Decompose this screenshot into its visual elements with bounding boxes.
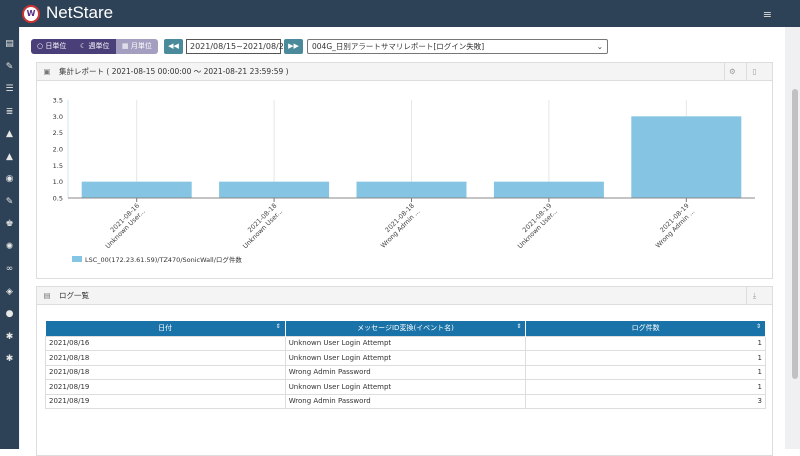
column-header[interactable]: ログ件数 ⇕ — [525, 321, 766, 336]
table-row[interactable]: 2021/08/16 Unknown User Login Attempt 1 — [45, 335, 766, 351]
y-tick-label: 1.0 — [53, 178, 63, 186]
event-cell: Unknown User Login Attempt — [284, 350, 527, 366]
warning-icon[interactable]: ▲ — [0, 123, 19, 146]
table-icon: ▤ — [43, 291, 51, 300]
y-tick-label: 2.5 — [53, 129, 63, 137]
date-cell: 2021/08/18 — [45, 350, 286, 366]
legend-swatch — [72, 256, 82, 262]
chevron-down-icon: ⌄ — [596, 42, 603, 51]
image-icon: ▣ — [43, 67, 51, 76]
bar[interactable] — [219, 181, 330, 198]
x-tick-label: 2021-08-16Unknown User... — [98, 202, 147, 251]
file-icon[interactable]: ▤ — [0, 33, 19, 56]
brand-name: NetStare — [46, 3, 114, 22]
bar[interactable] — [493, 181, 604, 198]
column-label: メッセージID変換(イベント名) — [357, 324, 454, 333]
app-header: W NetStare ≡ — [0, 0, 800, 27]
log-panel: ▤ ログ一覧 ⤓ 日付 ⇕ メッセージID変換(イベント名) ⇕ ログ件数 ⇕ 2021/08… — [36, 286, 773, 456]
download-icon[interactable]: ⤓ — [746, 287, 762, 304]
count-cell: 1 — [525, 350, 766, 366]
x-tick-label: 2021-08-19Wrong Admin ... — [648, 202, 696, 250]
users-icon[interactable]: ♚ — [0, 213, 19, 236]
chart-panel-title: 集計レポート ( 2021-08-15 00:00:00 ～ 2021-08-2… — [59, 67, 289, 76]
bar-chart: 0.5 1.0 1.5 2.0 2.5 3.0 3.5 2021-08-16Unknown U… — [53, 97, 755, 264]
event-cell: Unknown User Login Attempt — [284, 335, 527, 351]
chart-panel: ▣ 集計レポート ( 2021-08-15 00:00:00 ～ 2021-08-… — [36, 62, 773, 279]
date-cell: 2021/08/19 — [45, 393, 286, 409]
gears-icon[interactable]: ✱ — [0, 326, 19, 349]
table-row[interactable]: 2021/08/19 Wrong Admin Password 3 — [45, 393, 766, 409]
sort-icon[interactable]: ⇕ — [516, 323, 521, 330]
prev-period-button[interactable]: ◀◀ — [164, 39, 183, 54]
bar[interactable] — [631, 116, 742, 198]
count-cell: 3 — [525, 393, 766, 409]
table-row[interactable]: 2021/08/19 Unknown User Login Attempt 1 — [45, 379, 766, 395]
sort-icon[interactable]: ⇕ — [276, 323, 281, 330]
eye-icon[interactable]: ◉ — [0, 168, 19, 191]
gears-icon[interactable]: ✱ — [0, 348, 19, 371]
next-period-button[interactable]: ▶▶ — [284, 39, 303, 54]
bar[interactable] — [356, 181, 467, 198]
month-unit-button[interactable]: ▦ 月単位 — [116, 39, 158, 54]
count-cell: 1 — [525, 335, 766, 351]
event-cell: Unknown User Login Attempt — [284, 379, 527, 395]
gear-icon[interactable]: ✺ — [0, 236, 19, 259]
link-icon[interactable]: ∞ — [0, 258, 19, 281]
date-range-input[interactable]: 2021/08/15~2021/08/21 — [186, 39, 289, 54]
table-row[interactable]: 2021/08/18 Unknown User Login Attempt 1 — [45, 350, 766, 366]
report-select-value: 004G_日別アラートサマリレポート[ログイン失敗] — [312, 42, 485, 51]
logo[interactable]: W — [22, 5, 40, 23]
wrench-icon[interactable]: ✎ — [0, 191, 19, 214]
user-icon[interactable]: ● — [0, 303, 19, 326]
y-tick-label: 1.5 — [53, 162, 63, 170]
sidebar: ▤ ✎ ☰ ≣ ▲ ▲ ◉ ✎ ♚ ✺ ∞ ◈ ● ✱ ✱ — [0, 27, 19, 449]
y-tick-label: 0.5 — [53, 195, 63, 203]
date-cell: 2021/08/19 — [45, 379, 286, 395]
count-cell: 1 — [525, 379, 766, 395]
event-cell: Wrong Admin Password — [284, 364, 527, 380]
week-label: 週単位 — [88, 42, 110, 50]
column-header[interactable]: メッセージID変換(イベント名) ⇕ — [285, 321, 527, 336]
day-label: 日単位 — [45, 42, 67, 50]
count-cell: 1 — [525, 364, 766, 380]
log-table: 日付 ⇕ メッセージID変換(イベント名) ⇕ ログ件数 ⇕ 2021/08/16 Unkno… — [45, 321, 766, 409]
column-label: 日付 — [158, 324, 173, 333]
warning-icon[interactable]: ▲ — [0, 146, 19, 169]
x-tick-label: 2021-08-19Unknown User... — [510, 202, 559, 251]
bar[interactable] — [81, 181, 192, 198]
date-cell: 2021/08/18 — [45, 364, 286, 380]
date-cell: 2021/08/16 — [45, 335, 286, 351]
gear-icon[interactable]: ⚙ — [724, 63, 740, 80]
layers-icon[interactable]: ◈ — [0, 281, 19, 304]
column-label: ログ件数 — [631, 324, 660, 333]
table-row[interactable]: 2021/08/18 Wrong Admin Password 1 — [45, 364, 766, 380]
y-tick-label: 3.0 — [53, 113, 63, 121]
database-icon[interactable]: ≣ — [0, 101, 19, 124]
column-header[interactable]: 日付 ⇕ — [45, 321, 286, 336]
scrollbar-thumb[interactable] — [792, 89, 798, 379]
legend-label[interactable]: LSC_00(172.23.61.59)/TZ470/SonicWall/ログ件… — [85, 255, 242, 264]
wrench-icon[interactable]: ✎ — [0, 56, 19, 79]
month-label: 月単位 — [130, 42, 152, 50]
list-icon[interactable]: ☰ — [0, 78, 19, 101]
scrollbar[interactable] — [790, 27, 800, 449]
y-tick-label: 3.5 — [53, 97, 63, 105]
y-tick-label: 2.0 — [53, 146, 63, 154]
report-select[interactable]: 004G_日別アラートサマリレポート[ログイン失敗] ⌄ — [307, 39, 608, 54]
x-tick-label: 2021-08-18Wrong Admin ... — [374, 202, 422, 250]
sort-icon[interactable]: ⇕ — [756, 323, 761, 330]
x-tick-label: 2021-08-18Unknown User... — [236, 202, 285, 251]
log-panel-title: ログ一覧 — [59, 291, 89, 300]
week-unit-button[interactable]: ☾ 週単位 — [74, 39, 116, 54]
hamburger-icon[interactable]: ≡ — [763, 8, 772, 21]
pdf-icon[interactable]: ▯ — [746, 63, 762, 80]
event-cell: Wrong Admin Password — [284, 393, 527, 409]
